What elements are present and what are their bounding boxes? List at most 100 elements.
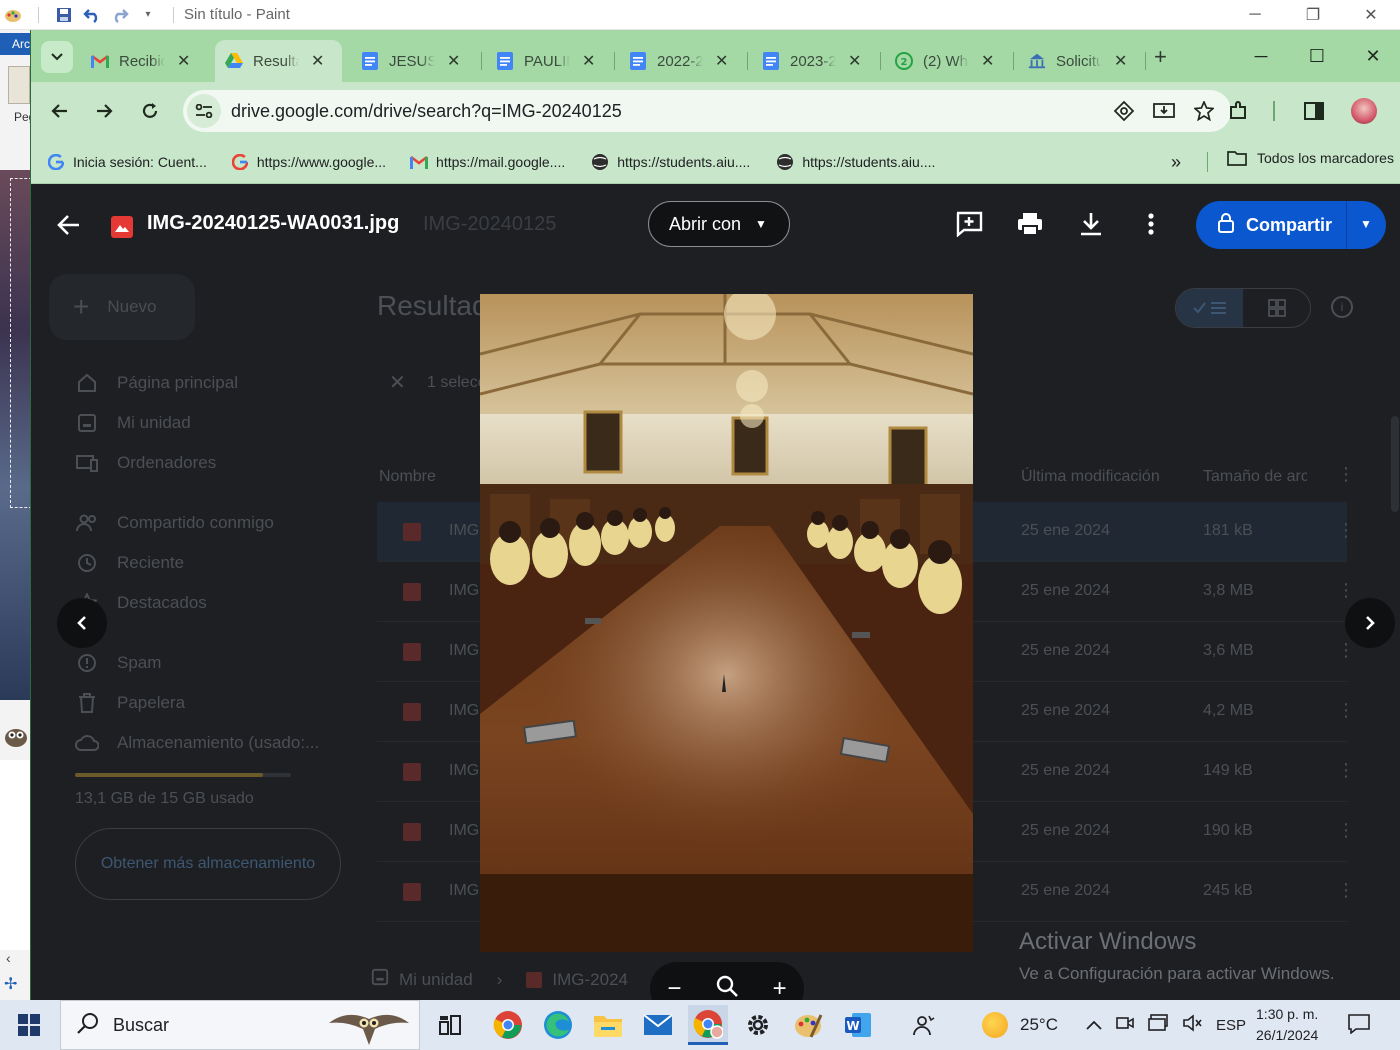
sidebar-item-trash[interactable]: Papelera bbox=[75, 689, 185, 717]
chrome-profile-app-icon[interactable] bbox=[688, 1005, 728, 1045]
column-options-icon[interactable]: ⋮ bbox=[1337, 464, 1355, 485]
tab-doc-jesus[interactable]: JESUS ✕ bbox=[351, 40, 470, 82]
sidebar-item-recent[interactable]: Reciente bbox=[75, 549, 184, 577]
tab-doc-2022[interactable]: 2022-2 ✕ bbox=[619, 40, 738, 82]
info-icon[interactable]: i bbox=[1331, 296, 1353, 318]
scroll-left-icon[interactable]: ‹ bbox=[6, 950, 11, 966]
add-comment-icon[interactable] bbox=[955, 210, 983, 238]
paste-icon[interactable] bbox=[8, 66, 30, 104]
undo-icon[interactable] bbox=[83, 6, 101, 24]
tab-solicitud[interactable]: Solicitu ✕ bbox=[1018, 40, 1137, 82]
view-toggle[interactable] bbox=[1175, 288, 1311, 328]
google-lens-icon[interactable] bbox=[1113, 100, 1135, 122]
sidebar-item-home[interactable]: Página principal bbox=[75, 369, 238, 397]
sidebar-item-shared[interactable]: Compartido conmigo bbox=[75, 509, 274, 537]
row-more-icon[interactable]: ⋮ bbox=[1337, 820, 1355, 841]
site-info-icon[interactable] bbox=[187, 94, 221, 128]
taskbar-search[interactable]: Buscar bbox=[60, 1000, 420, 1050]
bookmark-item[interactable]: Inicia sesión: Cuent... bbox=[47, 153, 207, 171]
tab-close-icon[interactable]: ✕ bbox=[582, 51, 595, 71]
paint-file-tab[interactable]: Arc bbox=[0, 33, 32, 55]
side-panel-icon[interactable] bbox=[1299, 98, 1329, 124]
share-button[interactable]: Compartir ▼ bbox=[1196, 201, 1386, 249]
tab-gmail[interactable]: Recibid ✕ bbox=[81, 40, 200, 82]
column-header-modified[interactable]: Última modificación bbox=[1021, 468, 1160, 486]
show-hidden-icons-chevron-icon[interactable] bbox=[1086, 1017, 1102, 1034]
bookmark-item[interactable]: https://mail.google.... bbox=[410, 153, 565, 171]
meet-now-icon[interactable] bbox=[1116, 1014, 1134, 1036]
row-more-icon[interactable]: ⋮ bbox=[1337, 520, 1355, 541]
tab-close-icon[interactable]: ✕ bbox=[447, 51, 460, 71]
tab-search-button[interactable] bbox=[41, 41, 73, 73]
bookmark-star-icon[interactable] bbox=[1193, 100, 1215, 122]
all-bookmarks-button[interactable]: Todos los marcadores bbox=[1227, 150, 1394, 166]
zoom-out-button[interactable]: − bbox=[667, 975, 681, 1000]
system-clock[interactable]: 1:30 p. m. 26/1/2024 bbox=[1256, 1004, 1318, 1046]
bookmark-item[interactable]: https://students.aiu.... bbox=[776, 153, 935, 171]
row-more-icon[interactable]: ⋮ bbox=[1337, 640, 1355, 661]
chrome-minimize-button[interactable]: ─ bbox=[1233, 36, 1289, 76]
chrome-close-button[interactable]: ✕ bbox=[1345, 36, 1400, 76]
settings-gear-icon[interactable] bbox=[738, 1005, 778, 1045]
paint-close-button[interactable]: ✕ bbox=[1342, 0, 1400, 30]
forward-button[interactable] bbox=[91, 98, 117, 124]
get-more-storage-button[interactable]: Obtener más almacenamiento bbox=[75, 828, 341, 900]
grid-view-icon[interactable] bbox=[1243, 289, 1310, 327]
next-image-button[interactable] bbox=[1345, 598, 1395, 648]
zoom-search-icon[interactable] bbox=[716, 975, 738, 1001]
edge-app-icon[interactable] bbox=[538, 1005, 578, 1045]
tab-close-icon[interactable]: ✕ bbox=[311, 51, 324, 71]
mail-app-icon[interactable] bbox=[638, 1005, 678, 1045]
customize-quick-access-icon[interactable]: ▾ bbox=[139, 6, 157, 24]
tab-close-icon[interactable]: ✕ bbox=[1114, 51, 1127, 71]
volume-muted-icon[interactable] bbox=[1182, 1014, 1202, 1036]
tab-close-icon[interactable]: ✕ bbox=[981, 51, 994, 71]
file-explorer-icon[interactable] bbox=[588, 1005, 628, 1045]
chrome-app-icon[interactable] bbox=[488, 1005, 528, 1045]
tab-close-icon[interactable]: ✕ bbox=[715, 51, 728, 71]
url-text[interactable]: drive.google.com/drive/search?q=IMG-2024… bbox=[231, 101, 622, 122]
weather-widget[interactable]: 25°C bbox=[982, 1012, 1058, 1038]
more-actions-icon[interactable] bbox=[1137, 210, 1165, 238]
zoom-in-button[interactable]: + bbox=[773, 975, 787, 1000]
print-icon[interactable] bbox=[1016, 210, 1044, 238]
row-more-icon[interactable]: ⋮ bbox=[1337, 760, 1355, 781]
tab-doc-2023[interactable]: 2023-2 ✕ bbox=[752, 40, 871, 82]
row-more-icon[interactable]: ⋮ bbox=[1337, 580, 1355, 601]
sidebar-item-computers[interactable]: Ordenadores bbox=[75, 449, 216, 477]
list-view-icon[interactable] bbox=[1176, 289, 1243, 327]
row-more-icon[interactable]: ⋮ bbox=[1337, 880, 1355, 901]
open-with-button[interactable]: Abrir con ▼ bbox=[648, 201, 790, 247]
reload-button[interactable] bbox=[137, 98, 163, 124]
download-icon[interactable] bbox=[1077, 210, 1105, 238]
share-options-chevron-icon[interactable]: ▼ bbox=[1360, 217, 1372, 231]
breadcrumb-item[interactable]: IMG-2024 bbox=[552, 970, 628, 990]
task-view-icon[interactable] bbox=[430, 1005, 470, 1045]
redo-icon[interactable] bbox=[111, 6, 129, 24]
profile-avatar[interactable] bbox=[1349, 98, 1379, 124]
install-app-icon[interactable] bbox=[1153, 100, 1175, 122]
sidebar-item-my-drive[interactable]: Mi unidad bbox=[75, 409, 191, 437]
tab-doc-paulin[interactable]: PAULIN ✕ bbox=[486, 40, 605, 82]
viewer-back-button[interactable] bbox=[57, 212, 81, 243]
extensions-icon[interactable] bbox=[1223, 98, 1253, 124]
scrollbar[interactable] bbox=[1391, 416, 1399, 512]
breadcrumb-item[interactable]: Mi unidad bbox=[399, 970, 473, 990]
column-header-name[interactable]: Nombre bbox=[379, 468, 436, 486]
previous-image-button[interactable] bbox=[57, 598, 107, 648]
bookmark-item[interactable]: https://students.aiu.... bbox=[591, 153, 750, 171]
paint-minimize-button[interactable]: ─ bbox=[1226, 0, 1284, 30]
column-header-size[interactable]: Tamaño de archivo bbox=[1203, 468, 1307, 486]
clear-selection-icon[interactable]: ✕ bbox=[389, 370, 406, 395]
tab-close-icon[interactable]: ✕ bbox=[848, 51, 861, 71]
bookmark-item[interactable]: https://www.google... bbox=[231, 153, 386, 171]
paint-app-icon[interactable] bbox=[788, 1005, 828, 1045]
notifications-icon[interactable] bbox=[1348, 1014, 1370, 1037]
word-app-icon[interactable]: W bbox=[838, 1005, 878, 1045]
tab-whatsapp[interactable]: 2 (2) Wh ✕ bbox=[885, 40, 1004, 82]
new-tab-button[interactable]: + bbox=[1154, 44, 1167, 70]
new-button[interactable]: + Nuevo bbox=[49, 274, 195, 340]
save-icon[interactable] bbox=[55, 6, 73, 24]
sidebar-item-storage[interactable]: Almacenamiento (usado:... bbox=[75, 729, 319, 757]
network-icon[interactable] bbox=[1148, 1014, 1168, 1036]
